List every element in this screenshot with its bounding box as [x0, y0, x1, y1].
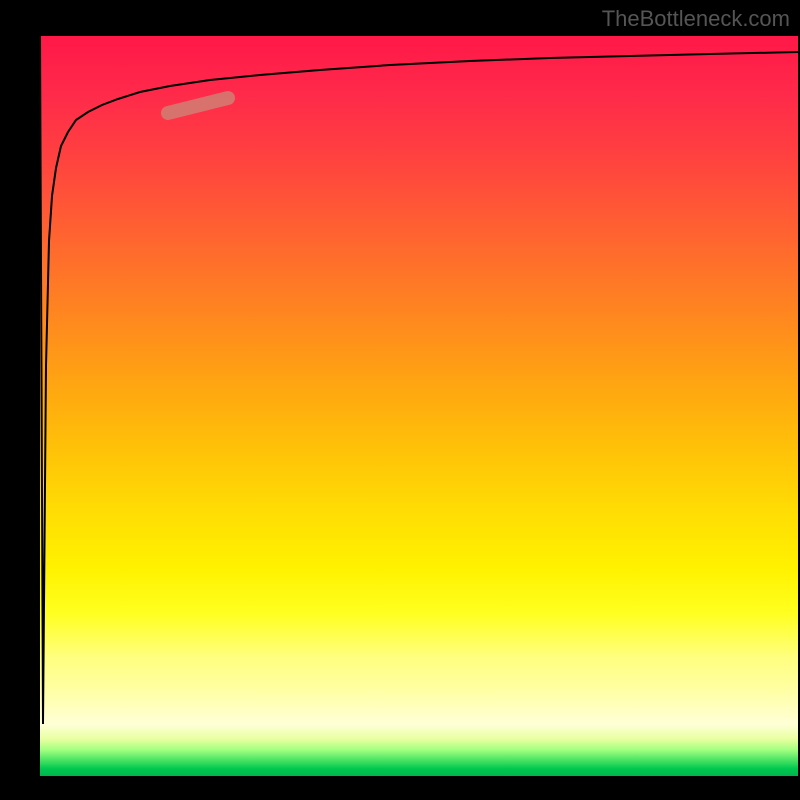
curve-line — [40, 36, 798, 724]
plot-area — [40, 36, 798, 776]
chart-container — [40, 36, 798, 776]
curve-svg — [40, 36, 798, 776]
watermark-text: TheBottleneck.com — [602, 6, 790, 32]
highlight-marker — [168, 98, 228, 113]
